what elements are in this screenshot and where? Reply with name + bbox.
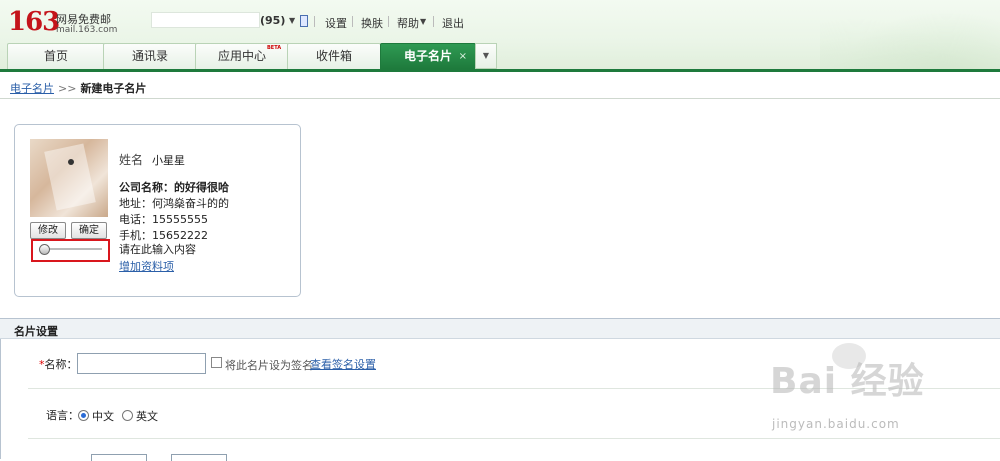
language-option-label[interactable]: 中文	[92, 408, 114, 424]
account-field[interactable]	[151, 12, 260, 28]
add-field-link[interactable]: 增加资料项	[119, 258, 174, 274]
logout-link[interactable]: 退出	[442, 15, 464, 31]
logo-number: 163	[8, 7, 60, 37]
tab-menu-button[interactable]: ▼	[475, 43, 497, 69]
signature-checkbox-label[interactable]: 将此名片设为签名	[225, 357, 313, 373]
chevron-down-icon[interactable]: ▼	[420, 17, 426, 26]
name-value: 小星星	[152, 154, 185, 167]
language-radio-english[interactable]	[122, 410, 133, 421]
divider	[352, 16, 353, 27]
language-option-label[interactable]: 英文	[136, 408, 158, 424]
view-signature-link[interactable]: 查看签名设置	[310, 356, 376, 372]
beta-badge: BETA	[267, 45, 282, 51]
watermark-logo: Bai 经验	[770, 361, 925, 402]
tab-e-card[interactable]: 电子名片 ×	[380, 43, 476, 69]
unread-count[interactable]: (95)	[260, 14, 285, 27]
phone-icon[interactable]	[300, 15, 308, 27]
name-label: 姓名	[119, 153, 144, 167]
page-title: 新建电子名片	[80, 82, 147, 95]
skin-link[interactable]: 换肤	[361, 15, 383, 31]
panel-header	[0, 319, 1000, 339]
breadcrumb-link[interactable]: 电子名片	[10, 82, 54, 95]
tab-home[interactable]: 首页	[7, 43, 105, 69]
breadcrumb-separator: >>	[58, 82, 77, 95]
edit-button[interactable]: 修改	[30, 222, 66, 239]
tab-label: 收件箱	[315, 49, 352, 63]
tab-label: 首页	[43, 49, 68, 63]
tab-label: 电子名片	[403, 49, 452, 63]
card-photo	[30, 139, 108, 217]
signature-checkbox[interactable]	[211, 357, 222, 368]
watermark-url: jingyan.baidu.com	[772, 417, 900, 431]
zoom-slider-track[interactable]	[42, 248, 102, 250]
breadcrumb: 电子名片 >> 新建电子名片	[10, 80, 146, 96]
chevron-down-icon: ▼	[482, 51, 490, 60]
divider	[314, 16, 315, 27]
tab-label: 应用中心	[217, 49, 266, 63]
divider	[28, 438, 1000, 439]
logo-domain: mail.163.com	[56, 25, 118, 35]
tab-contacts[interactable]: 通讯录	[103, 43, 197, 69]
language-label: 语言：	[46, 409, 79, 422]
confirm-button[interactable]: 确定	[71, 222, 107, 239]
card-name-input[interactable]	[77, 353, 206, 374]
divider	[433, 16, 434, 27]
tab-label: 通讯录	[131, 49, 168, 63]
custom-line[interactable]: 请在此输入内容	[119, 241, 196, 257]
phone-line: 电话：15555555	[119, 213, 208, 226]
address-line: 地址：何鸿燊奋斗的的	[119, 197, 229, 210]
language-radio-chinese[interactable]	[78, 410, 89, 421]
divider	[388, 16, 389, 27]
zoom-slider-handle[interactable]	[39, 244, 50, 255]
name-field-label: *名称：	[39, 358, 78, 371]
tab-inbox[interactable]: 收件箱	[287, 43, 381, 69]
divider	[0, 98, 1000, 99]
settings-link[interactable]: 设置	[325, 15, 347, 31]
help-link[interactable]: 帮助	[397, 15, 419, 31]
chevron-down-icon[interactable]: ▼	[289, 16, 295, 25]
panel-title: 名片设置	[14, 325, 58, 338]
close-icon[interactable]: ×	[459, 44, 467, 69]
company-line: 公司名称：的好得很哈	[119, 181, 229, 194]
